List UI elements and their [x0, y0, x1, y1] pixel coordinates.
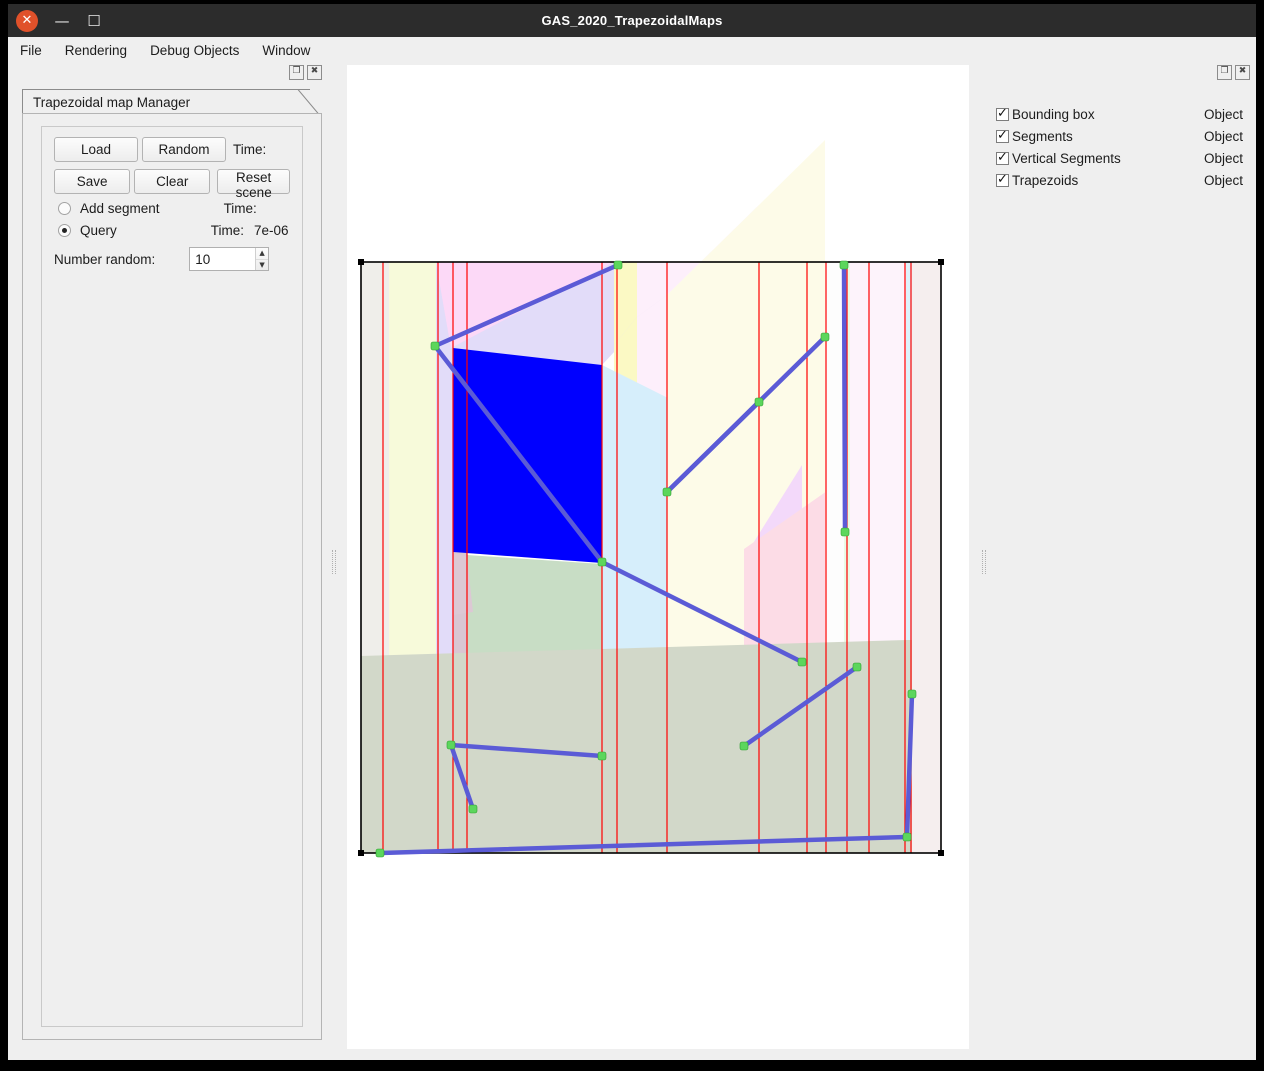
object-type: Object — [1204, 128, 1244, 144]
right-splitter-handle[interactable] — [978, 63, 988, 1060]
add-segment-label: Add segment — [80, 201, 160, 216]
random-time-label: Time: — [233, 142, 267, 157]
trapezoidal-map-svg[interactable] — [347, 65, 969, 1049]
object-row-inner: Trapezoids Object — [1012, 173, 1250, 188]
close-icon[interactable]: ✖ — [1235, 65, 1250, 80]
add-segment-time-label: Time: — [223, 201, 257, 216]
add-segment-radio[interactable] — [58, 202, 71, 215]
object-label: Segments — [1012, 128, 1073, 144]
number-random-spin-buttons[interactable]: ▲ ▼ — [254, 248, 269, 271]
checkbox-segments[interactable] — [996, 128, 1009, 143]
query-time-label: Time: — [210, 223, 245, 238]
window-title: GAS_2020_TrapezoidalMaps — [541, 13, 723, 28]
checkbox-trapezoids[interactable] — [996, 172, 1009, 187]
clear-button[interactable]: Clear — [134, 169, 211, 194]
tab-strip: Trapezoidal map Manager — [22, 89, 322, 115]
float-icon[interactable]: ❐ — [1217, 65, 1232, 80]
list-item[interactable]: Trapezoids Object — [996, 169, 1250, 191]
checkbox-vertical-segments[interactable] — [996, 150, 1009, 165]
trapezoidal-map-canvas[interactable] — [347, 65, 969, 1049]
menu-item-window[interactable]: Window — [260, 41, 312, 60]
checkbox-bounding-box[interactable] — [996, 106, 1009, 121]
query-row: Query Time: 7e-06 — [54, 223, 290, 238]
save-button[interactable]: Save — [54, 169, 131, 194]
object-label: Vertical Segments — [1012, 150, 1121, 166]
object-type: Object — [1204, 106, 1244, 122]
object-label: Trapezoids — [1012, 172, 1079, 188]
object-row-inner: Segments Object — [1012, 129, 1250, 144]
spin-down-icon[interactable]: ▼ — [256, 260, 269, 271]
button-row-1: Load Random Time: — [54, 137, 290, 162]
manager-panel-frame: Load Random Time: Save Clear Reset scene… — [22, 113, 322, 1040]
menu-item-file[interactable]: File — [18, 41, 44, 60]
query-label: Query — [80, 223, 117, 238]
canvas-area — [338, 63, 978, 1060]
manager-controls: Load Random Time: Save Clear Reset scene… — [42, 127, 302, 271]
number-random-input[interactable] — [190, 248, 255, 270]
object-type: Object — [1204, 172, 1244, 188]
add-segment-row: Add segment Time: — [54, 201, 290, 216]
title-bar: ✕ — ☐ GAS_2020_TrapezoidalMaps — [8, 4, 1256, 37]
menu-item-rendering[interactable]: Rendering — [63, 41, 129, 60]
list-item[interactable]: Vertical Segments Object — [996, 147, 1250, 169]
list-item[interactable]: Bounding box Object — [996, 103, 1250, 125]
left-splitter-handle[interactable] — [328, 63, 338, 1060]
main-area: ❐ ✖ Trapezoidal map Manager Load Random … — [8, 63, 1256, 1060]
application-window: ✕ — ☐ GAS_2020_TrapezoidalMaps File Rend… — [8, 4, 1256, 1060]
number-random-label: Number random: — [54, 251, 156, 267]
left-dock-icons: ❐ ✖ — [289, 65, 322, 80]
number-random-spinbox[interactable]: ▲ ▼ — [189, 247, 270, 271]
left-dock-panel: ❐ ✖ Trapezoidal map Manager Load Random … — [8, 63, 328, 1060]
right-dock-icons: ❐ ✖ — [1217, 65, 1250, 80]
number-random-row: Number random: ▲ ▼ — [54, 247, 290, 271]
object-row-inner: Bounding box Object — [1012, 107, 1250, 122]
object-list: Bounding box Object Segments Object Vert… — [996, 103, 1250, 191]
random-button[interactable]: Random — [142, 137, 226, 162]
button-row-2: Save Clear Reset scene — [54, 169, 290, 200]
reset-scene-button[interactable]: Reset scene — [217, 169, 290, 200]
query-time-value: 7e-06 — [254, 223, 289, 238]
load-button[interactable]: Load — [54, 137, 138, 162]
object-label: Bounding box — [1012, 106, 1095, 122]
close-icon[interactable]: ✖ — [307, 65, 322, 80]
tab-trapezoidal-map-manager[interactable]: Trapezoidal map Manager — [22, 89, 310, 115]
object-type: Object — [1204, 150, 1244, 166]
list-item[interactable]: Segments Object — [996, 125, 1250, 147]
manager-group-box: Load Random Time: Save Clear Reset scene… — [41, 126, 303, 1027]
float-icon[interactable]: ❐ — [289, 65, 304, 80]
menu-bar: File Rendering Debug Objects Window — [8, 37, 1256, 63]
object-row-inner: Vertical Segments Object — [1012, 151, 1250, 166]
right-dock-panel: ❐ ✖ Bounding box Object Segments Object — [988, 63, 1256, 1060]
query-radio[interactable] — [58, 224, 71, 237]
menu-item-debug-objects[interactable]: Debug Objects — [148, 41, 241, 60]
spin-up-icon[interactable]: ▲ — [255, 248, 269, 260]
